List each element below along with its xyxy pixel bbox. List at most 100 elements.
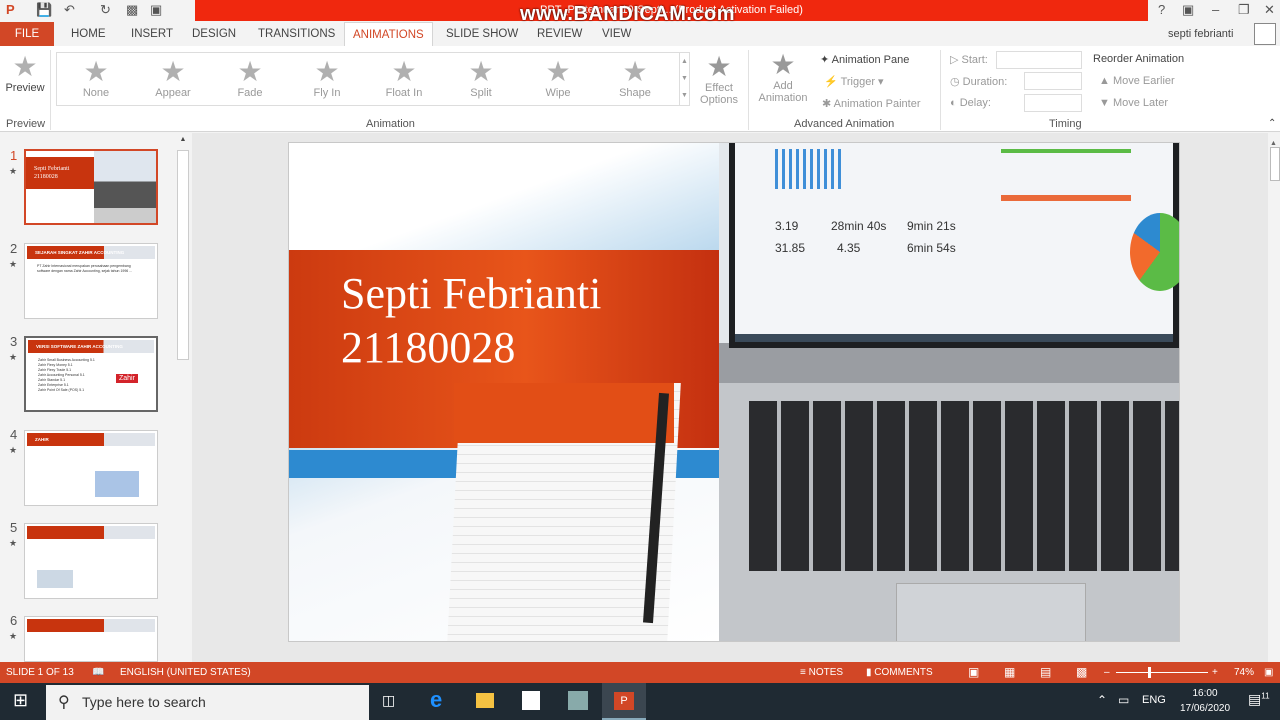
preview-star-icon: ★ [12, 51, 38, 82]
notes-button[interactable]: ≡ NOTES [800, 662, 843, 683]
language-indicator[interactable]: ENGLISH (UNITED STATES) [120, 662, 251, 683]
slide-scrollbar[interactable]: ▲ [1270, 140, 1280, 640]
slide-thumbnail-2[interactable]: SEJARAH SINGKAT ZAHIR ACCOUNTING PT Zahi… [24, 243, 158, 319]
zoom-in-button[interactable]: + [1212, 662, 1218, 683]
show-hidden-icons[interactable]: ⌃ [1097, 693, 1107, 707]
picture-icon[interactable]: ▣ [150, 2, 162, 18]
current-slide[interactable]: 3.19 28min 40s 9min 21s 31.85 4.35 6min … [288, 142, 1180, 642]
battery-icon[interactable]: ▭ [1118, 693, 1129, 707]
app-icon[interactable] [568, 691, 588, 710]
slide-number: 3 [10, 334, 18, 349]
slide-thumbnail-6[interactable] [24, 616, 158, 662]
slide-thumbnail-4[interactable]: ZAHIR [24, 430, 158, 506]
effect-options-button[interactable]: ★ Effect Options [694, 51, 744, 107]
slide-sorter-icon[interactable]: ▦ [1004, 662, 1015, 683]
task-view-icon[interactable]: ◫ [382, 692, 395, 709]
save-icon[interactable]: 💾 [36, 2, 52, 18]
close-button[interactable]: ✕ [1264, 2, 1275, 18]
anim-split[interactable]: ★ Split [446, 57, 516, 100]
duration-spinner[interactable] [1024, 72, 1082, 90]
start-label: ▷ Start: [950, 54, 988, 66]
user-name[interactable]: septi febrianti [1168, 28, 1233, 40]
input-language[interactable]: ENG [1142, 694, 1166, 706]
spellcheck-icon[interactable]: 📖 [92, 662, 104, 683]
anim-wipe[interactable]: ★ Wipe [523, 57, 593, 100]
windows-start-icon[interactable]: ⊞ [13, 690, 28, 711]
tab-home[interactable]: HOME [63, 22, 114, 46]
restore-button[interactable]: ❐ [1238, 2, 1250, 18]
keyboard-image [749, 401, 1179, 571]
tab-slide-show[interactable]: SLIDE SHOW [438, 22, 526, 46]
star-icon: ★ [622, 56, 648, 87]
tab-design[interactable]: DESIGN [184, 22, 244, 46]
notification-icon[interactable]: ▤11 [1248, 691, 1270, 708]
title-bar: P 💾 ↶ ↻ ▩ ▣ PPT_Pertemuan10-Septi... (Pr… [0, 0, 1280, 25]
minimize-button[interactable]: – [1212, 2, 1219, 17]
file-explorer-icon[interactable] [476, 693, 494, 708]
star-icon: ★ [706, 51, 732, 82]
gallery-scroll[interactable]: ▲ ▼ ▼ [679, 53, 689, 105]
clock[interactable]: 16:00 17/06/2020 [1176, 686, 1234, 716]
start-dropdown[interactable] [996, 51, 1082, 69]
trigger-button[interactable]: ⚡ Trigger ▾ [824, 75, 884, 88]
slide-title[interactable]: Septi Febrianti 21180028 [341, 267, 601, 375]
star-icon: ★ [237, 56, 263, 87]
thumbnails-scrollbar[interactable]: ▲ [176, 136, 190, 660]
delay-spinner[interactable] [1024, 94, 1082, 112]
help-button[interactable]: ? [1158, 2, 1165, 17]
zoom-level[interactable]: 74% [1234, 662, 1254, 683]
anim-fly-in[interactable]: ★ Fly In [292, 56, 362, 100]
animation-star-icon: ★ [9, 166, 18, 176]
move-earlier-button[interactable]: ▲ Move Earlier [1099, 75, 1175, 87]
avatar[interactable] [1254, 23, 1276, 45]
animation-star-icon: ★ [9, 352, 18, 362]
stat: 28min 40s [831, 219, 887, 233]
taskbar-search-input[interactable]: ⚲ Type here to search [46, 685, 369, 720]
anim-fade[interactable]: ★ Fade [215, 56, 285, 100]
redo-icon[interactable]: ↻ [100, 2, 111, 18]
zoom-slider-thumb[interactable] [1148, 667, 1151, 678]
normal-view-icon[interactable]: ▣ [968, 662, 979, 683]
anim-none[interactable]: ★ None [61, 56, 131, 100]
move-later-button[interactable]: ▼ Move Later [1099, 97, 1168, 109]
slide-counter: SLIDE 1 OF 13 [6, 667, 74, 678]
star-icon: ★ [160, 56, 186, 87]
store-icon[interactable] [522, 691, 540, 710]
anim-appear[interactable]: ★ Appear [138, 56, 208, 100]
anim-float-in[interactable]: ★ Float In [369, 56, 439, 100]
zoom-slider[interactable] [1116, 672, 1208, 673]
tab-view[interactable]: VIEW [594, 22, 639, 46]
tab-transitions[interactable]: TRANSITIONS [250, 22, 343, 46]
powerpoint-taskbar-button[interactable]: P [602, 683, 646, 720]
laptop-screen: 3.19 28min 40s 9min 21s 31.85 4.35 6min … [729, 143, 1179, 348]
slide-number: 1 [10, 148, 18, 163]
slide-thumbnail-3[interactable]: VERSI SOFTWARE ZAHIR ACCOUNTING Zahir Sm… [24, 336, 158, 412]
animation-pane-button[interactable]: ✦ Animation Pane [820, 53, 909, 66]
group-animation-label: Animation [366, 118, 415, 130]
anim-shape[interactable]: ★ Shape [600, 56, 670, 100]
edge-icon[interactable]: e [430, 687, 442, 713]
present-icon[interactable]: ▩ [126, 2, 138, 18]
undo-icon[interactable]: ↶ [64, 2, 75, 18]
fit-slide-icon[interactable]: ▣ [1264, 662, 1273, 683]
slide-thumbnail-5[interactable] [24, 523, 158, 599]
comments-button[interactable]: ▮ COMMENTS [866, 662, 933, 683]
star-icon: ★ [83, 56, 109, 87]
ribbon-display-icon[interactable]: ▣ [1182, 2, 1194, 18]
animation-painter-button[interactable]: ✱ Animation Painter [822, 97, 921, 110]
slide-title-name: Septi Febrianti [341, 269, 602, 318]
tab-insert[interactable]: INSERT [123, 22, 181, 46]
tab-review[interactable]: REVIEW [529, 22, 590, 46]
add-animation-button[interactable]: ★ Add Animation [752, 50, 814, 105]
reading-view-icon[interactable]: ▤ [1040, 662, 1051, 683]
star-icon: ★ [314, 56, 340, 87]
slideshow-icon[interactable]: ▩ [1076, 662, 1087, 683]
collapse-ribbon-icon[interactable]: ⌃ [1268, 118, 1276, 129]
zoom-out-button[interactable]: – [1104, 662, 1110, 683]
preview-button[interactable]: ★ Preview [4, 51, 46, 95]
search-placeholder: Type here to search [82, 694, 206, 710]
tab-file[interactable]: FILE [0, 22, 54, 46]
tab-animations[interactable]: ANIMATIONS [344, 22, 433, 46]
slide-thumbnail-1[interactable]: Septi Febrianti 21180028 [24, 149, 158, 225]
star-icon: ★ [391, 56, 417, 87]
